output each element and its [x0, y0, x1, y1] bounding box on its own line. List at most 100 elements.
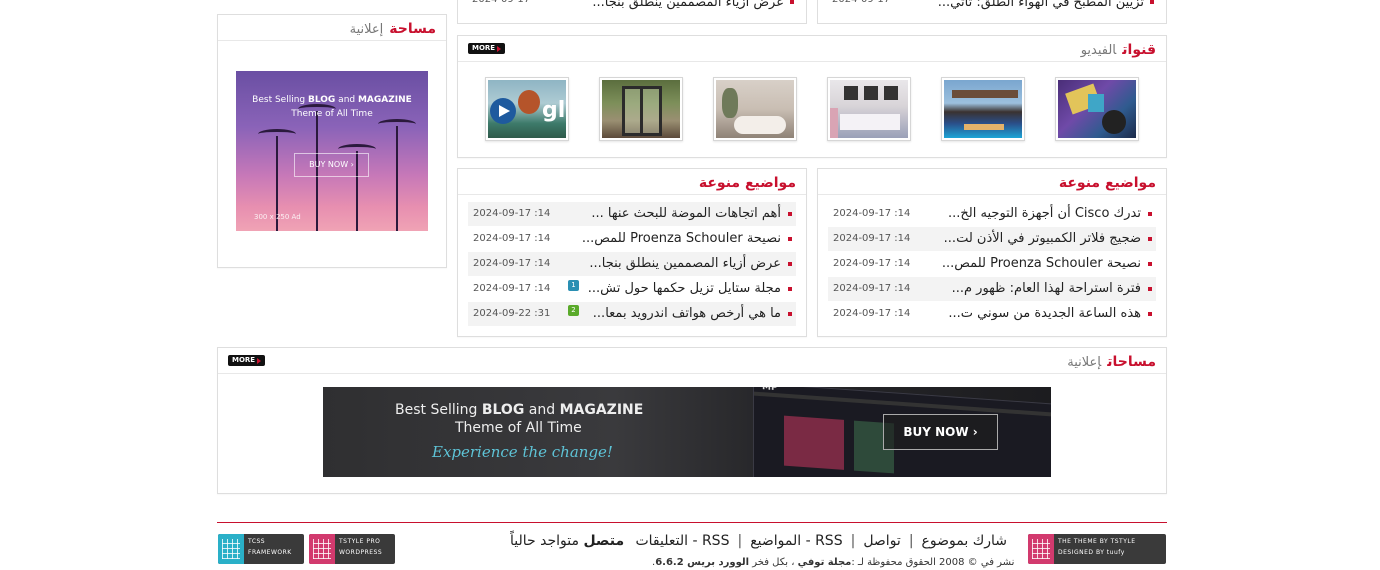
ads-wide-header: مساحات إعلانية — [218, 348, 1166, 374]
video-thumb[interactable] — [941, 77, 1025, 141]
post-title[interactable]: أهم اتجاهات الموضة للبحث عنها ... — [591, 206, 781, 221]
banner-buy-button[interactable]: BUY NOW › — [883, 414, 998, 450]
list-item[interactable]: تدرك Cisco أن أجهزة التوجيه الخ... 2024-0… — [828, 202, 1156, 226]
misc-right-title: مواضيع منوعة — [1058, 175, 1156, 191]
online-count: متصل متواجد حالياً — [510, 533, 625, 549]
ad-buy-button[interactable]: BUY NOW › — [294, 153, 369, 177]
wordpress-link[interactable]: الوورد بريس 6.6.2 — [655, 557, 749, 568]
video-thumb[interactable] — [1055, 77, 1139, 141]
video-box-header: قنوات الفيديو — [458, 36, 1166, 62]
post-date: 2024-09-17 — [472, 0, 530, 5]
post-title[interactable]: عرض أزياء المصممين ينطلق بنجا... — [589, 256, 781, 271]
ad-size-label: 300 x 250 Ad — [254, 213, 301, 221]
top-row-right[interactable]: تزيين المطبخ في الهواء الطلق: تأثي... 20… — [817, 0, 1167, 24]
list-item[interactable]: نصيحة Proenza Schouler للمص... 2024-09-17… — [468, 227, 796, 251]
bullet — [1148, 312, 1152, 316]
post-title[interactable]: نصيحة Proenza Schouler للمص... — [942, 256, 1141, 271]
misc-topics-right: مواضيع منوعة تدرك Cisco أن أجهزة التوجيه… — [817, 168, 1167, 337]
bullet — [788, 237, 792, 241]
top-row-left[interactable]: عرض أزياء المصممين ينطلق بنجا... 2024-09… — [457, 0, 807, 24]
post-title[interactable]: فترة استراحة لهذا العام: ظهور م... — [952, 281, 1141, 296]
post-list: تدرك Cisco أن أجهزة التوجيه الخ... 2024-0… — [828, 202, 1156, 327]
bullet — [1148, 262, 1152, 266]
list-item[interactable]: عرض أزياء المصممين ينطلق بنجا... 2024-09-… — [468, 252, 796, 276]
tstyle-badge-line2: WORDPRESS — [339, 549, 383, 556]
tstyle-badge[interactable]: TSTYLE PRO WORDPRESS — [309, 534, 395, 564]
footer-link-rss-comments[interactable]: RSS - التعليقات — [635, 533, 729, 549]
post-title[interactable]: مجلة ستايل تزيل حكمها حول تش... — [588, 281, 781, 296]
tcss-badge-line2: FRAMEWORK — [248, 549, 292, 556]
video-thumb[interactable] — [713, 77, 797, 141]
video-thumb[interactable] — [599, 77, 683, 141]
list-item[interactable]: فترة استراحة لهذا العام: ظهور م... 2024-0… — [828, 277, 1156, 301]
bullet — [788, 262, 792, 266]
ads-wide-subtitle: إعلانية — [1067, 355, 1102, 370]
list-item[interactable]: ضجيج فلاتر الكمبيوتر في الأذن لت... 2024-… — [828, 227, 1156, 251]
tcss-badge[interactable]: TCSS FRAMEWORK — [218, 534, 304, 564]
site-name-link[interactable]: مجلة توفي — [798, 557, 852, 568]
post-title[interactable]: تدرك Cisco أن أجهزة التوجيه الخ... — [948, 206, 1141, 221]
footer-link-contact[interactable]: تواصل — [863, 533, 901, 549]
more-button[interactable]: MORE — [468, 43, 505, 54]
ad-box-title: مساحة — [389, 21, 436, 37]
video-box: قنواتالفيديو MORE gl — [457, 35, 1167, 158]
bullet — [790, 0, 794, 4]
footer-link-share[interactable]: شارك بموضوع — [922, 533, 1007, 549]
ads-wide-title: مساحات — [1107, 354, 1156, 370]
post-title[interactable]: نصيحة Proenza Schouler للمص... — [582, 231, 781, 246]
misc-left-title: مواضيع منوعة — [698, 175, 796, 191]
bullet — [788, 287, 792, 291]
video-thumb[interactable] — [827, 77, 911, 141]
post-date: 2024-09-17 :14 — [473, 283, 551, 294]
list-item[interactable]: ما هي أرخص هواتف اندرويد بمعا... 2 2024-09… — [468, 302, 796, 326]
post-title[interactable]: تزيين المطبخ في الهواء الطلق: تأثي... — [938, 0, 1144, 10]
ad-728x90[interactable]: Best Selling BLOG and MAGAZINE Theme of … — [323, 387, 1051, 477]
video-box-title: قنوات — [1122, 42, 1156, 58]
post-title[interactable]: عرض أزياء المصممين ينطلق بنجا... — [592, 0, 784, 10]
misc-left-header: مواضيع منوعة — [458, 169, 806, 195]
post-date: 2024-09-17 :14 — [833, 308, 911, 319]
footer-links: شارك بموضوع|تواصل|RSS - المواضيع|RSS - ا… — [635, 533, 1007, 549]
theme-badge-line2: DESIGNED BY tuufy — [1058, 549, 1125, 556]
post-title[interactable]: ضجيج فلاتر الكمبيوتر في الأذن لت... — [944, 231, 1141, 246]
tstyle-badge-line1: TSTYLE PRO — [339, 538, 381, 545]
banner-logo: MP — [762, 387, 778, 394]
tcss-badge-line1: TCSS — [248, 538, 266, 545]
theme-badge-line1: THE THEME BY TSTYLE — [1058, 538, 1136, 545]
ad-box-header: مساحة إعلانية — [218, 15, 446, 41]
copyright: نشر في © 2008 الحقوق محفوظة لـ :مجلة توف… — [652, 557, 1015, 568]
list-item[interactable]: نصيحة Proenza Schouler للمص... 2024-09-17… — [828, 252, 1156, 276]
post-title[interactable]: ما هي أرخص هواتف اندرويد بمعا... — [593, 306, 781, 321]
post-date: 2024-09-17 :14 — [833, 233, 911, 244]
ad-300x250[interactable]: Best Selling BLOG and MAGAZINE Theme of … — [236, 71, 428, 231]
misc-right-header: مواضيع منوعة — [818, 169, 1166, 195]
bullet — [1148, 212, 1152, 216]
post-date: 2024-09-17 — [832, 0, 890, 5]
post-date: 2024-09-22 :31 — [473, 308, 551, 319]
post-date: 2024-09-17 :14 — [473, 258, 551, 269]
ad-box-subtitle: إعلانية — [349, 22, 384, 37]
ads-wide-box: مساحات إعلانية MORE Best Selling BLOG and… — [217, 347, 1167, 494]
more-button[interactable]: MORE — [228, 355, 265, 366]
post-title[interactable]: هذه الساعة الجديدة من سوني ت... — [948, 306, 1141, 321]
bullet — [788, 312, 792, 316]
post-date: 2024-09-17 :14 — [473, 208, 551, 219]
list-item[interactable]: مجلة ستايل تزيل حكمها حول تش... 1 2024-09-… — [468, 277, 796, 301]
footer-link-rss-posts[interactable]: RSS - المواضيع — [750, 533, 842, 549]
footer-divider — [217, 522, 1167, 523]
video-thumb[interactable]: gl — [485, 77, 569, 141]
list-item[interactable]: أهم اتجاهات الموضة للبحث عنها ... 2024-09… — [468, 202, 796, 226]
ad-subline: Theme of All Time — [291, 109, 373, 119]
bullet — [788, 212, 792, 216]
bullet — [1148, 237, 1152, 241]
post-date: 2024-09-17 :14 — [833, 283, 911, 294]
bullet — [1148, 287, 1152, 291]
banner-subline: Theme of All Time — [455, 420, 582, 436]
post-date: 2024-09-17 :14 — [833, 258, 911, 269]
misc-topics-left: مواضيع منوعة أهم اتجاهات الموضة للبحث عن… — [457, 168, 807, 337]
post-list: أهم اتجاهات الموضة للبحث عنها ... 2024-09… — [468, 202, 796, 327]
list-item[interactable]: هذه الساعة الجديدة من سوني ت... 2024-09-1… — [828, 302, 1156, 326]
theme-badge[interactable]: THE THEME BY TSTYLE DESIGNED BY tuufy — [1028, 534, 1166, 564]
banner-headline: Best Selling BLOG and MAGAZINE — [395, 402, 644, 418]
comment-count-icon: 1 — [568, 280, 579, 291]
